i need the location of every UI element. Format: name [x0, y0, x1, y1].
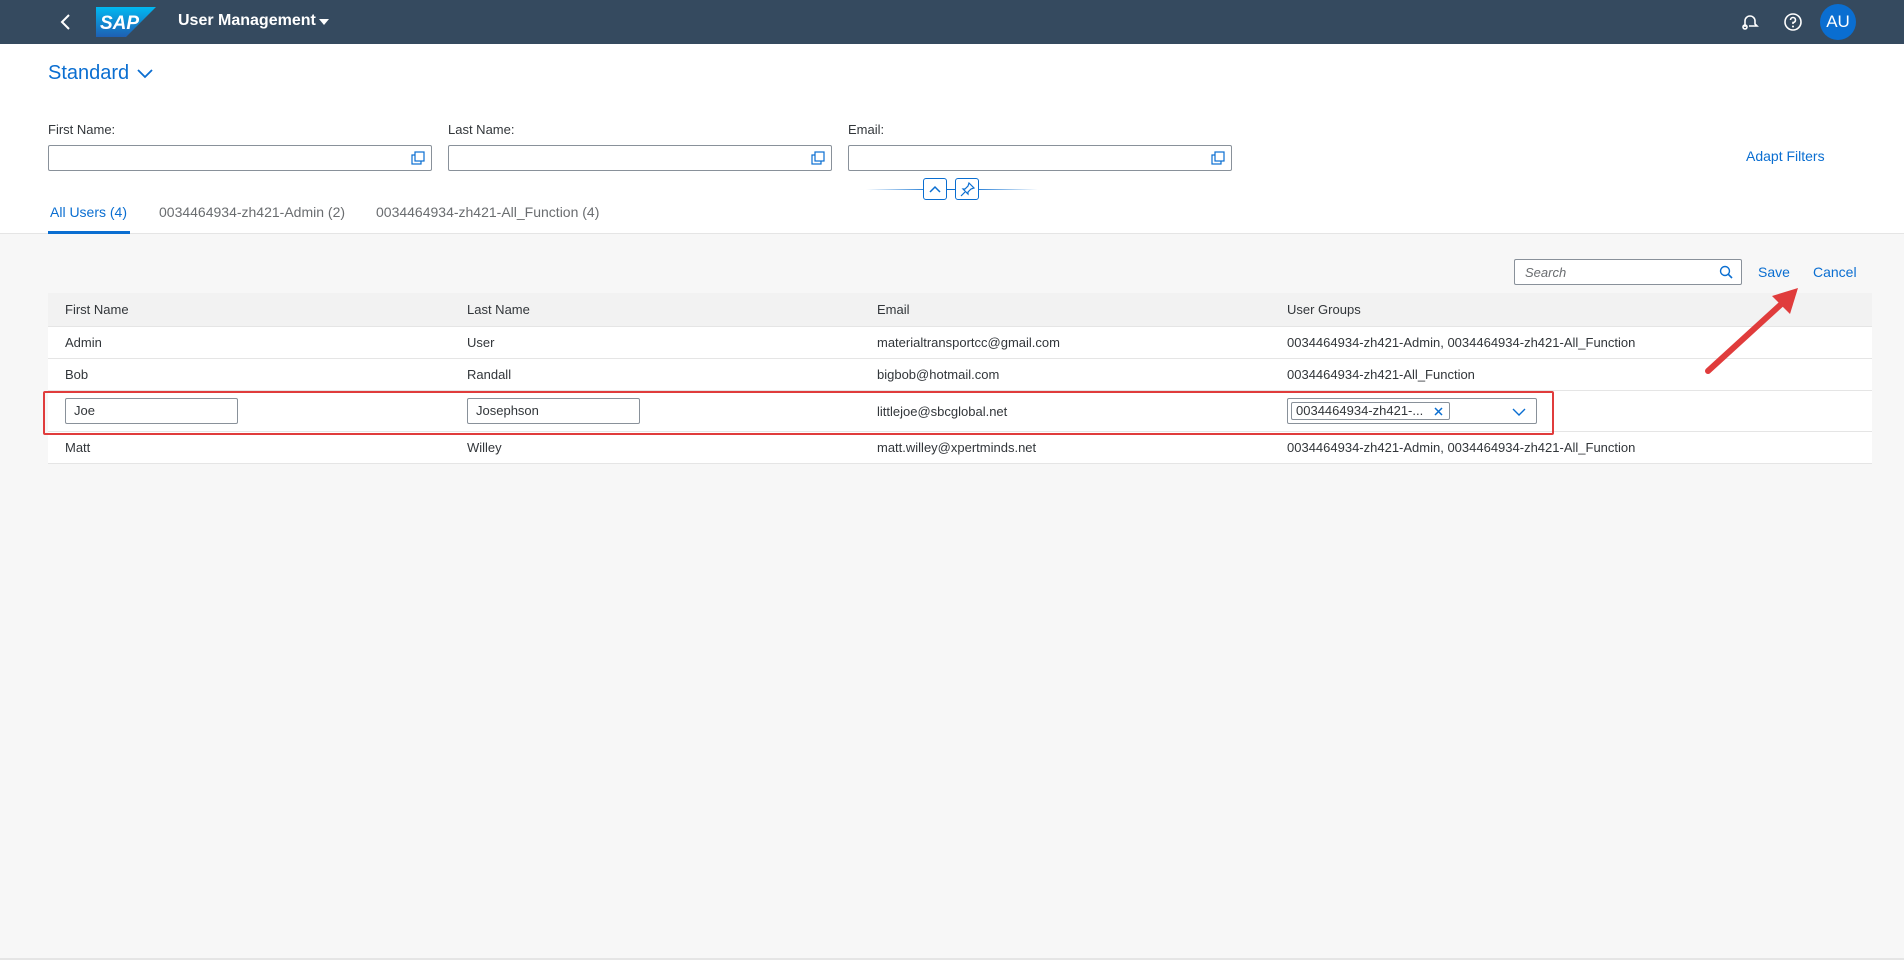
first-name-filter-input[interactable] [48, 145, 432, 171]
last-name-cell: Willey [467, 440, 502, 455]
back-icon[interactable] [56, 12, 76, 32]
last-name-cell: User [467, 335, 495, 350]
users-table: First Name Last Name Email User Groups A… [48, 293, 1872, 464]
first-name-label: First Name: [48, 122, 116, 137]
email-cell: bigbob@hotmail.com [877, 367, 1000, 382]
collapse-divider [866, 189, 1038, 190]
tab-all-users[interactable]: All Users (4) [50, 204, 127, 220]
email-cell: matt.willey@xpertminds.net [877, 440, 1037, 455]
active-tab-indicator [48, 231, 130, 234]
column-header-user-groups[interactable]: User Groups [1287, 293, 1361, 326]
table-row[interactable]: Admin User materialtransportcc@gmail.com… [48, 327, 1872, 359]
last-name-label: Last Name: [448, 122, 515, 137]
sap-logo[interactable]: SAP [96, 7, 156, 37]
user-groups-cell: 0034464934-zh421-All_Function [1287, 367, 1475, 382]
first-name-cell: Matt [65, 440, 91, 455]
search-icon[interactable] [1719, 265, 1733, 279]
chevron-down-icon[interactable] [136, 66, 154, 80]
filter-header: Standard First Name: Last Name: Email: A… [0, 44, 1904, 234]
sap-logo-text: SAP [100, 13, 139, 34]
collapse-header-button[interactable] [923, 178, 947, 200]
table-header-row: First Name Last Name Email User Groups [48, 293, 1872, 327]
email-label: Email: [848, 122, 885, 137]
first-name-cell: Admin [65, 335, 102, 350]
table-row[interactable]: Bob Randall bigbob@hotmail.com 003446493… [48, 359, 1872, 391]
user-avatar[interactable]: AU [1820, 4, 1856, 40]
user-groups-multicombobox[interactable]: 0034464934-zh421-... [1287, 398, 1537, 424]
table-search-field[interactable] [1514, 259, 1742, 285]
user-groups-cell: 0034464934-zh421-Admin, 0034464934-zh421… [1287, 440, 1636, 455]
app-title[interactable]: User Management [178, 12, 316, 30]
search-input[interactable] [1515, 260, 1705, 284]
email-filter-input[interactable] [848, 145, 1232, 171]
cancel-button[interactable]: Cancel [1813, 264, 1857, 280]
email-cell: littlejoe@sbcglobal.net [877, 403, 1008, 419]
close-icon[interactable] [1434, 407, 1443, 416]
tab-all-function-group[interactable]: 0034464934-zh421-All_Function (4) [376, 204, 599, 220]
first-name-cell: Bob [65, 367, 89, 382]
chevron-down-icon[interactable] [1512, 407, 1526, 417]
value-help-icon[interactable] [811, 151, 825, 165]
tab-admin-group[interactable]: 0034464934-zh421-Admin (2) [159, 204, 345, 220]
variant-title[interactable]: Standard [48, 62, 129, 85]
column-header-first-name[interactable]: First Name [65, 293, 129, 326]
last-name-cell: Randall [467, 367, 512, 382]
last-name-edit-input[interactable]: Josephson [467, 398, 640, 424]
email-cell: materialtransportcc@gmail.com [877, 335, 1060, 350]
column-header-last-name[interactable]: Last Name [467, 293, 530, 326]
first-name-cell: Joe [65, 391, 238, 431]
help-icon[interactable] [1783, 12, 1803, 32]
first-name-edit-input[interactable]: Joe [65, 398, 238, 424]
shell-bar: SAP User Management AU [0, 0, 1904, 44]
value-help-icon[interactable] [1211, 151, 1225, 165]
table-row[interactable]: Matt Willey matt.willey@xpertminds.net 0… [48, 432, 1872, 464]
value-help-icon[interactable] [411, 151, 425, 165]
user-group-token[interactable]: 0034464934-zh421-... [1291, 402, 1451, 420]
pin-header-button[interactable] [955, 178, 979, 200]
user-groups-cell: 0034464934-zh421-Admin, 0034464934-zh421… [1287, 335, 1636, 350]
table-row-editing[interactable]: Joe Josephson littlejoe@sbcglobal.net 00… [48, 391, 1872, 432]
adapt-filters-button[interactable]: Adapt Filters [1746, 148, 1825, 164]
last-name-cell: Josephson [467, 391, 640, 431]
user-group-token-label: 0034464934-zh421-... [1296, 403, 1424, 418]
pin-icon [960, 181, 976, 197]
last-name-filter-input[interactable] [448, 145, 832, 171]
column-header-email[interactable]: Email [877, 293, 910, 326]
save-button[interactable]: Save [1758, 264, 1790, 280]
caret-down-icon[interactable] [318, 16, 330, 28]
user-groups-cell: 0034464934-zh421-... [1287, 391, 1537, 431]
chevron-up-icon [929, 185, 941, 193]
notification-icon[interactable] [1739, 12, 1759, 32]
